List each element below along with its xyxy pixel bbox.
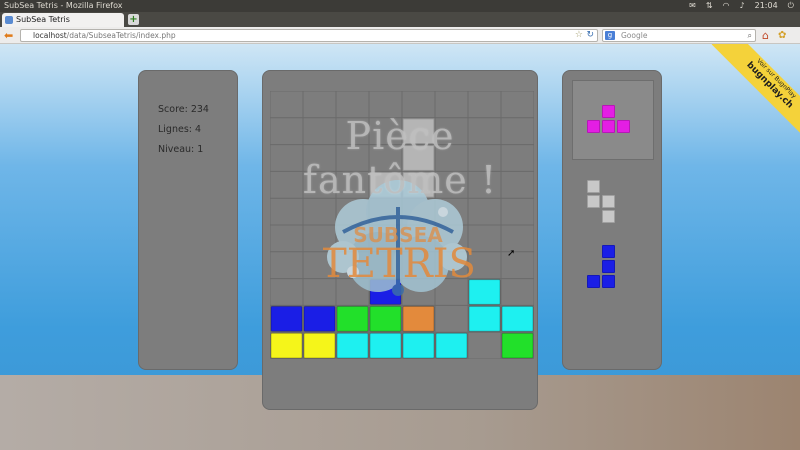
level-label: Niveau: 1	[158, 144, 204, 155]
queue-block-blue	[602, 275, 615, 288]
bugnplay-ribbon[interactable]: Voir sur BugnPlay bugnplay.ch	[710, 44, 800, 134]
queue-block-magenta	[617, 120, 630, 133]
block-green	[501, 332, 534, 359]
tab-subsea-tetris[interactable]: SubSea Tetris	[2, 13, 124, 27]
block-cyan	[369, 332, 402, 359]
mail-icon[interactable]: ✉	[689, 0, 696, 12]
favicon-icon	[5, 16, 13, 24]
lines-label: Lignes: 4	[158, 124, 202, 135]
system-tray: ✉ ⇅ ◠ ♪ 21:04 ⏻	[689, 0, 794, 12]
queue-block-magenta	[587, 120, 600, 133]
url-path: /data/SubseaTetris/index.php	[66, 31, 176, 40]
tab-title: SubSea Tetris	[16, 15, 70, 24]
block-cyan	[402, 332, 435, 359]
block-cyan	[468, 279, 501, 305]
addon-icon[interactable]: ✿	[778, 30, 786, 41]
volume-icon[interactable]: ♪	[740, 0, 745, 12]
block-cyan	[336, 332, 369, 359]
address-bar[interactable]: localhost/data/SubseaTetris/index.php ☆ …	[20, 29, 598, 42]
queue-block-magenta	[602, 120, 615, 133]
queue-block-blue	[587, 275, 600, 288]
block-green	[369, 305, 402, 332]
bookmark-star-icon[interactable]: ☆	[575, 30, 583, 41]
wifi-icon[interactable]: ◠	[723, 0, 730, 12]
ghost-piece-message: Pièce fantôme !	[302, 114, 498, 202]
block-yellow	[270, 332, 303, 359]
search-icon[interactable]: ⌕	[748, 30, 752, 41]
block-cyan	[501, 305, 534, 332]
search-placeholder: Google	[621, 31, 648, 40]
queue-block-ghost	[602, 195, 615, 208]
queue-block-ghost	[602, 210, 615, 223]
logo-line2: TETRIS	[323, 241, 473, 287]
home-icon[interactable]: ⌂	[762, 30, 769, 41]
network-icon[interactable]: ⇅	[706, 0, 713, 12]
window-title: SubSea Tetris - Mozilla Firefox	[4, 1, 123, 10]
queue-block-blue	[602, 260, 615, 273]
mouse-cursor-icon: ➚	[507, 248, 516, 259]
queue-block-magenta	[602, 105, 615, 118]
block-blue	[270, 305, 303, 332]
ribbon-banner[interactable]: Voir sur BugnPlay bugnplay.ch	[711, 44, 800, 134]
new-tab-button[interactable]: +	[128, 14, 139, 25]
block-green	[336, 305, 369, 332]
stats-panel: Score: 234 Lignes: 4 Niveau: 1	[138, 70, 238, 370]
queue-block-ghost	[587, 180, 600, 193]
block-cyan	[468, 305, 501, 332]
reload-icon[interactable]: ↻	[586, 30, 594, 41]
block-orange	[402, 305, 435, 332]
score-label: Score: 234	[158, 104, 209, 115]
block-yellow	[303, 332, 336, 359]
tab-strip: SubSea Tetris +	[0, 12, 800, 27]
url-host: localhost	[33, 31, 67, 40]
block-cyan	[435, 332, 468, 359]
game-page: Score: 234 Lignes: 4 Niveau: 1 SUBSEA TE…	[0, 44, 800, 450]
clock[interactable]: 21:04	[755, 0, 778, 12]
power-icon[interactable]: ⏻	[788, 0, 794, 12]
navigation-bar: ⬅ localhost/data/SubseaTetris/index.php …	[0, 27, 800, 44]
block-blue	[303, 305, 336, 332]
queue-block-blue	[602, 245, 615, 258]
window-titlebar: SubSea Tetris - Mozilla Firefox ✉ ⇅ ◠ ♪ …	[0, 0, 800, 12]
search-input[interactable]: g Google ⌕	[602, 29, 756, 42]
back-arrow-icon[interactable]: ⬅	[4, 30, 16, 41]
queue-block-ghost	[587, 195, 600, 208]
search-engine-icon[interactable]: g	[605, 31, 615, 40]
